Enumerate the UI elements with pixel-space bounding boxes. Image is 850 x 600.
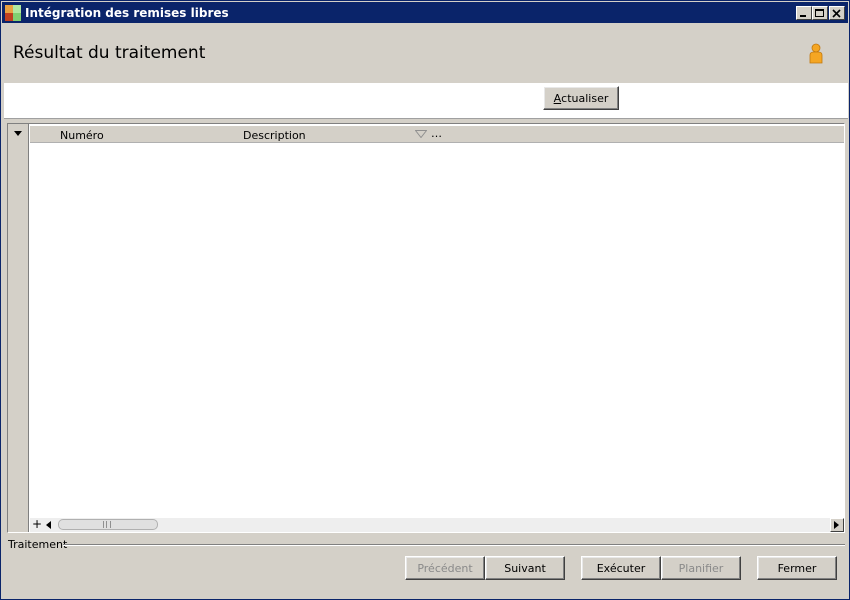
scroll-right-icon (834, 521, 839, 529)
group-label: Traitement (8, 538, 68, 551)
page-header: Résultat du traitement (2, 23, 848, 82)
toolbar-band: Actualiser (4, 83, 848, 119)
column-header-numero[interactable]: Numéro (60, 129, 104, 142)
minimize-button[interactable] (796, 6, 812, 20)
refresh-button[interactable]: Actualiser (543, 86, 619, 110)
previous-button[interactable]: Précédent (405, 556, 485, 580)
app-icon (5, 5, 21, 21)
next-button[interactable]: Suivant (485, 556, 565, 580)
scrollbar-thumb[interactable] (58, 519, 158, 530)
title-bar[interactable]: Intégration des remises libres (2, 2, 848, 23)
main-window: Intégration des remises libres Résultat … (0, 0, 850, 600)
close-dialog-button[interactable]: Fermer (757, 556, 837, 580)
filter-icon[interactable] (415, 130, 427, 138)
grip-icon (103, 521, 111, 528)
column-header-row: Numéro Description … (30, 126, 844, 143)
window-title: Intégration des remises libres (25, 6, 229, 20)
schedule-button[interactable]: Planifier (661, 556, 741, 580)
close-icon (832, 9, 841, 18)
page-title: Résultat du traitement (13, 43, 206, 63)
column-chooser-button[interactable]: … (431, 127, 442, 140)
dropdown-arrow-icon[interactable] (14, 131, 22, 136)
group-divider (63, 544, 845, 546)
column-header-description[interactable]: Description (243, 129, 306, 142)
results-grid[interactable]: Numéro Description … + (7, 123, 845, 533)
execute-button[interactable]: Exécuter (581, 556, 661, 580)
maximize-button[interactable] (812, 6, 828, 20)
add-row-icon[interactable]: + (32, 517, 42, 531)
horizontal-scrollbar[interactable]: + (30, 517, 844, 532)
close-button[interactable] (829, 6, 845, 20)
scroll-left-icon[interactable] (46, 521, 51, 529)
minimize-icon (800, 15, 806, 17)
row-selector-column (8, 124, 29, 532)
user-icon[interactable] (808, 43, 824, 65)
scroll-right-button[interactable] (830, 518, 844, 532)
maximize-icon (815, 9, 824, 17)
